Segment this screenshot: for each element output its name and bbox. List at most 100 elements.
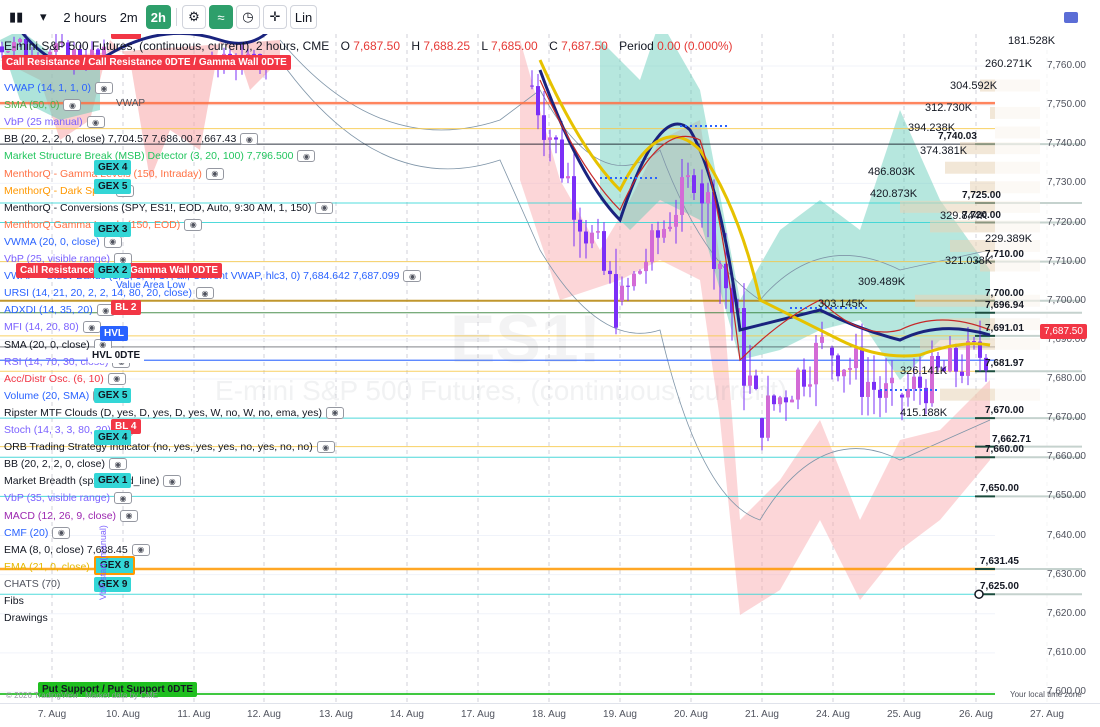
symbol-watermark-description: E-mini S&P 500 Futures, (continuous, cur…	[215, 375, 788, 406]
interval-selector[interactable]: 2 hours	[58, 5, 112, 29]
indicator-row[interactable]: VbP (25 manual) ◉	[4, 116, 105, 129]
indicator-row[interactable]: Ripster MTF Clouds (D, yes, D, yes, D, y…	[4, 406, 344, 419]
indicator-row[interactable]: EMA (8, 0, close) 7,688.45 ◉	[4, 543, 150, 556]
candle-body	[548, 137, 552, 140]
candle-body	[644, 262, 648, 272]
candle-body	[572, 176, 576, 220]
eye-icon[interactable]: ◉	[82, 321, 101, 334]
time-axis-tick: 14. Aug	[390, 709, 424, 720]
eye-icon[interactable]: ◉	[205, 167, 224, 180]
price-axis[interactable]: 7,760.00 7,750.00 7,740.00 7,730.00 7,720.00…	[995, 0, 1100, 705]
indicator-row[interactable]: CHATS (70)	[4, 578, 60, 590]
candle-body	[536, 86, 540, 116]
price-axis-tick: 7,620.00	[1047, 607, 1086, 619]
indicator-row[interactable]: Market Breadth (spx500, ad_line) ◉	[4, 475, 182, 488]
candle-body	[878, 389, 882, 398]
eye-icon[interactable]: ◉	[107, 372, 126, 385]
time-axis[interactable]: 7. Aug 10. Aug 11. Aug 12. Aug 13. Aug 14. Au…	[0, 703, 1100, 727]
indicator-label: MFI (14, 20, 80)	[4, 321, 79, 334]
candle-body	[808, 384, 812, 387]
indicator-label: SMA (50, 0)	[4, 99, 60, 112]
candle-body	[954, 348, 958, 372]
chevron-down-icon[interactable]: ▾	[31, 5, 56, 29]
indicator-label: Market Structure Break (MSB) Detector (3…	[4, 150, 294, 163]
indicator-label: Acc/Distr Osc. (6, 10)	[4, 372, 104, 385]
gear-icon[interactable]: ⚙	[181, 5, 206, 29]
gamma-wall-tag: Gamma Wall 0DTE	[126, 263, 222, 278]
price-axis-tick: 7,740.00	[1047, 138, 1086, 150]
high-label: H	[411, 39, 421, 53]
indicator-row[interactable]: Fibs	[4, 595, 24, 607]
clock-icon[interactable]: ◷	[235, 5, 260, 29]
hvl-0dte-tag: HVL 0DTE	[88, 348, 145, 363]
local-time-label[interactable]: Your local time zone	[1010, 690, 1082, 699]
candle-body	[966, 341, 970, 376]
indicator-row[interactable]: VWMA (20, 0, close) ◉	[4, 235, 122, 248]
price-axis-tick: 7,670.00	[1047, 412, 1086, 424]
indicator-row[interactable]: SMA (50, 0) ◉	[4, 99, 82, 112]
eye-icon[interactable]: ◉	[316, 441, 335, 454]
candle-body	[814, 342, 818, 385]
eye-icon[interactable]: ◉	[86, 116, 105, 129]
eye-icon[interactable]: ◉	[315, 201, 334, 214]
indicator-row[interactable]: ADXDI (14, 35, 20) ◉	[4, 304, 115, 317]
indicator-row[interactable]: CMF (20) ◉	[4, 526, 71, 539]
volume-profile-label: 326.141K	[900, 365, 948, 377]
volume-profile-label: 303.145K	[818, 298, 866, 310]
eye-icon[interactable]: ◉	[63, 99, 82, 112]
value-area-low-label: Value Area Low	[116, 280, 186, 291]
candles-icon[interactable]: ≈	[208, 5, 233, 29]
interval-2m-button[interactable]: 2m	[114, 5, 143, 29]
candle-body	[668, 226, 672, 229]
eye-icon[interactable]: ◉	[108, 458, 127, 471]
interval-2h-button[interactable]: 2h	[145, 5, 171, 29]
lin-button[interactable]: Lin	[289, 5, 318, 29]
volume-profile-label: 260.271K	[985, 58, 1033, 70]
level-price-label: 7,720.00	[962, 209, 1001, 221]
candle-body	[872, 381, 876, 390]
time-axis-tick: 18. Aug	[532, 709, 566, 720]
price-axis-tick: 7,610.00	[1047, 646, 1086, 658]
indicator-row[interactable]: Drawings	[4, 612, 48, 624]
eye-icon[interactable]: ◉	[120, 509, 139, 522]
candle-body	[972, 341, 976, 343]
eye-icon[interactable]: ◉	[184, 218, 203, 231]
bars-icon[interactable]: ▮▮	[4, 5, 29, 29]
eye-icon[interactable]: ◉	[326, 406, 344, 419]
indicator-row[interactable]: MACD (12, 26, 9, close) ◉	[4, 509, 139, 522]
indicator-row[interactable]: VWAP (14, 1, 1, 0) ◉	[4, 82, 113, 94]
volume-profile-label: 181.528K	[1008, 35, 1056, 47]
indicator-row[interactable]: Market Structure Break (MSB) Detector (3…	[4, 150, 316, 163]
indicator-row[interactable]: VbP (35, visible range) ◉	[4, 492, 133, 505]
indicator-row[interactable]: MFI (14, 20, 80) ◉	[4, 321, 101, 334]
candle-body	[706, 192, 710, 204]
bl2-tag-2: BL 2	[111, 300, 141, 315]
indicator-row[interactable]: ORB Trading Strategy Indicator (no, yes,…	[4, 441, 335, 454]
time-axis-tick: 11. Aug	[177, 709, 211, 720]
candle-body	[656, 230, 660, 238]
gex4-tag-2: GEX 4	[94, 430, 132, 445]
crosshair-icon[interactable]: ✛	[262, 5, 287, 29]
eye-icon[interactable]: ◉	[195, 287, 214, 300]
symbol-watermark: ES1!	[450, 301, 602, 377]
indicator-row[interactable]: Acc/Distr Osc. (6, 10) ◉	[4, 372, 126, 385]
eye-icon[interactable]: ◉	[163, 475, 182, 488]
eye-icon[interactable]: ◉	[103, 235, 122, 248]
candle-body	[578, 219, 582, 232]
eye-icon[interactable]: ◉	[94, 82, 113, 94]
period-value: 0.00 (0.000%)	[657, 39, 733, 53]
eye-icon[interactable]: ◉	[52, 526, 71, 539]
call-resistance-tag: Call Resistance / Call Resistance 0DTE /…	[2, 55, 291, 70]
indicator-row[interactable]: BB (20, 2, 2, 0, close) 7,704.57 7,686.0…	[4, 133, 259, 146]
price-axis-tick: 7,640.00	[1047, 529, 1086, 541]
eye-icon[interactable]: ◉	[403, 270, 422, 283]
camera-icon[interactable]	[1064, 12, 1078, 23]
indicator-label: SMA (20, 0, close)	[4, 338, 90, 351]
eye-icon[interactable]: ◉	[131, 543, 150, 556]
level-price-label: 7,650.00	[980, 483, 1019, 495]
indicator-row[interactable]: MenthorQ - Conversions (SPY, ES1!, EOD, …	[4, 201, 334, 214]
eye-icon[interactable]: ◉	[114, 492, 133, 505]
eye-icon[interactable]: ◉	[240, 133, 259, 146]
indicator-row[interactable]: BB (20, 2, 2, 0, close) ◉	[4, 458, 127, 471]
eye-icon[interactable]: ◉	[297, 150, 316, 163]
